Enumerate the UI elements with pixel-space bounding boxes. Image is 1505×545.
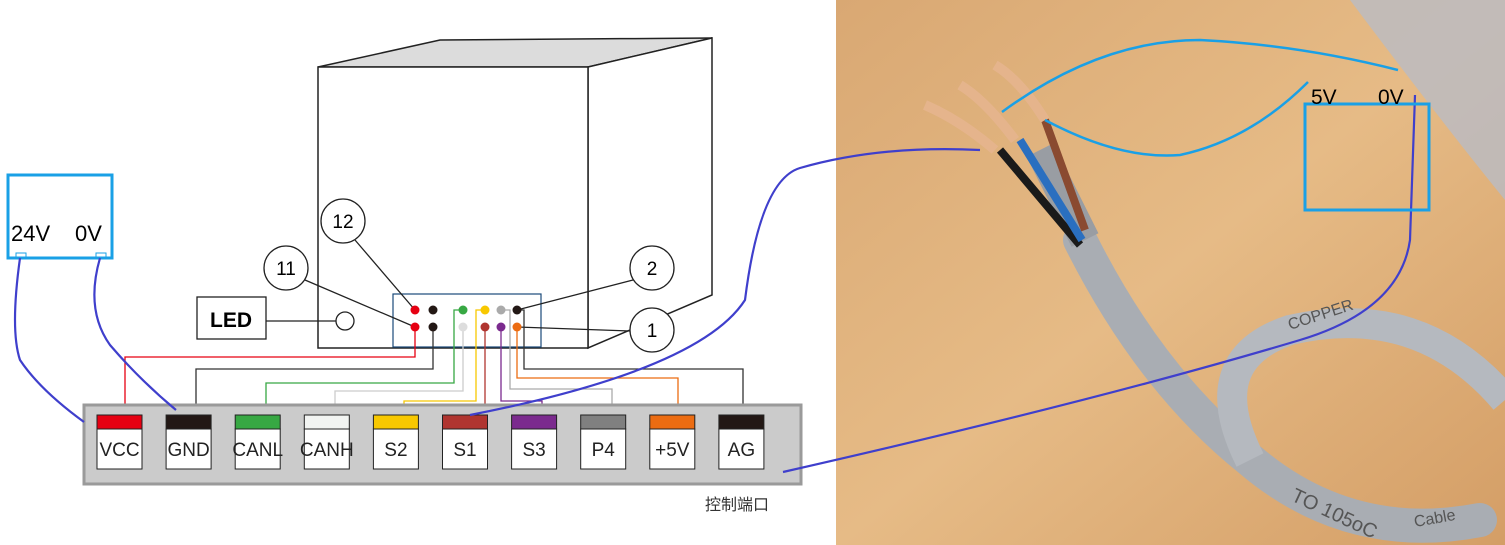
terminal-label: CANH xyxy=(300,440,354,461)
terminal-label: P4 xyxy=(592,440,616,461)
callout-2: 2 xyxy=(647,259,658,280)
cable-photo: COPPER TO 105oC Cable xyxy=(836,0,1505,545)
terminal-label: CANL xyxy=(232,440,283,461)
callout-11: 11 xyxy=(276,259,296,280)
terminal-ag: AG xyxy=(718,414,765,470)
label-24v: 24V xyxy=(11,221,50,246)
terminal-p4: P4 xyxy=(580,414,627,470)
terminal-label: AG xyxy=(728,440,755,461)
pin-bottom xyxy=(458,322,468,332)
callout-12: 12 xyxy=(332,212,353,233)
callout-1: 1 xyxy=(647,321,658,342)
terminal-s3: S3 xyxy=(511,414,558,470)
power-supply: 24V 0V xyxy=(6,173,114,260)
terminal-label: +5V xyxy=(655,440,690,461)
terminal-label: GND xyxy=(167,440,209,461)
terminal-s2: S2 xyxy=(372,414,419,470)
terminal-vcc: VCC xyxy=(96,414,143,470)
label-0v: 0V xyxy=(75,221,102,246)
device-enclosure xyxy=(317,37,713,350)
terminal-plus5v: +5V xyxy=(649,414,696,470)
terminal-label: S1 xyxy=(453,440,476,461)
pin-bottom xyxy=(512,322,522,332)
terminal-label: VCC xyxy=(99,440,139,461)
terminal-canh: CANH xyxy=(300,414,354,470)
wiring-diagram: COPPER TO 105oC Cable 24V 0V 12 11 2 1 L… xyxy=(6,0,1505,545)
led-label: LED xyxy=(210,309,252,332)
pin-bottom xyxy=(480,322,490,332)
terminal-label: S2 xyxy=(384,440,407,461)
pin-top xyxy=(428,305,438,315)
terminal-canl: CANL xyxy=(232,414,283,470)
pin-bottom xyxy=(410,322,420,332)
pin-bottom xyxy=(428,322,438,332)
terminal-s1: S1 xyxy=(442,414,488,470)
pin-top xyxy=(496,305,506,315)
led-indicator xyxy=(335,311,355,331)
pin-bottom xyxy=(496,322,506,332)
port-caption: 控制端口 xyxy=(705,496,769,514)
label-5v: 5V xyxy=(1311,86,1337,109)
pin-top xyxy=(480,305,490,315)
pin-top xyxy=(512,305,522,315)
pin-top xyxy=(410,305,420,315)
pin-top xyxy=(458,305,468,315)
terminal-label: S3 xyxy=(522,440,545,461)
terminal-gnd: GND xyxy=(165,414,212,470)
label-0v-sensor: 0V xyxy=(1378,86,1404,109)
